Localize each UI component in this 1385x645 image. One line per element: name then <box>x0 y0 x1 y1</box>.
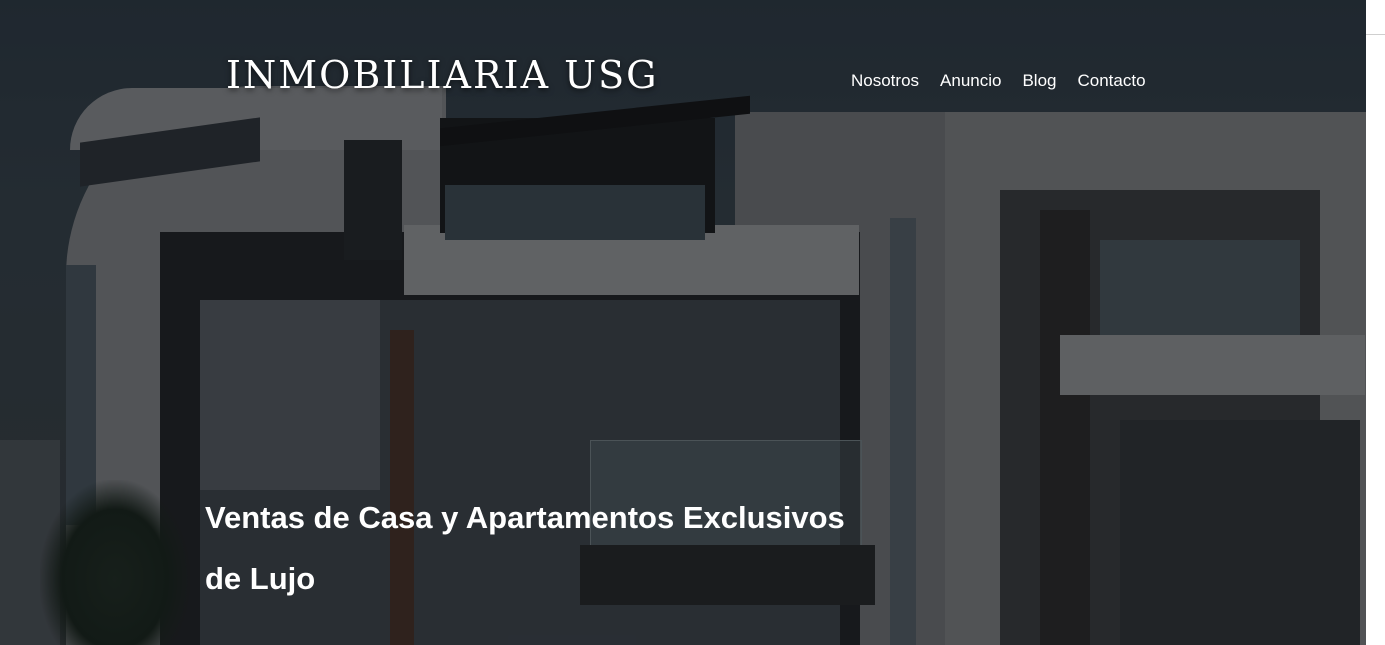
hero-section: INMOBILIARIA USG Nosotros Anuncio Blog C… <box>0 0 1366 645</box>
main-navigation: Nosotros Anuncio Blog Contacto <box>851 71 1146 91</box>
nav-link-contacto[interactable]: Contacto <box>1078 71 1146 91</box>
hero-headline: Ventas de Casa y Apartamentos Exclusivos… <box>205 500 845 596</box>
nav-link-nosotros[interactable]: Nosotros <box>851 71 919 91</box>
page-edge-divider <box>1366 34 1385 35</box>
nav-link-anuncio[interactable]: Anuncio <box>940 71 1001 91</box>
site-logo[interactable]: INMOBILIARIA USG <box>226 53 659 97</box>
nav-link-blog[interactable]: Blog <box>1022 71 1056 91</box>
